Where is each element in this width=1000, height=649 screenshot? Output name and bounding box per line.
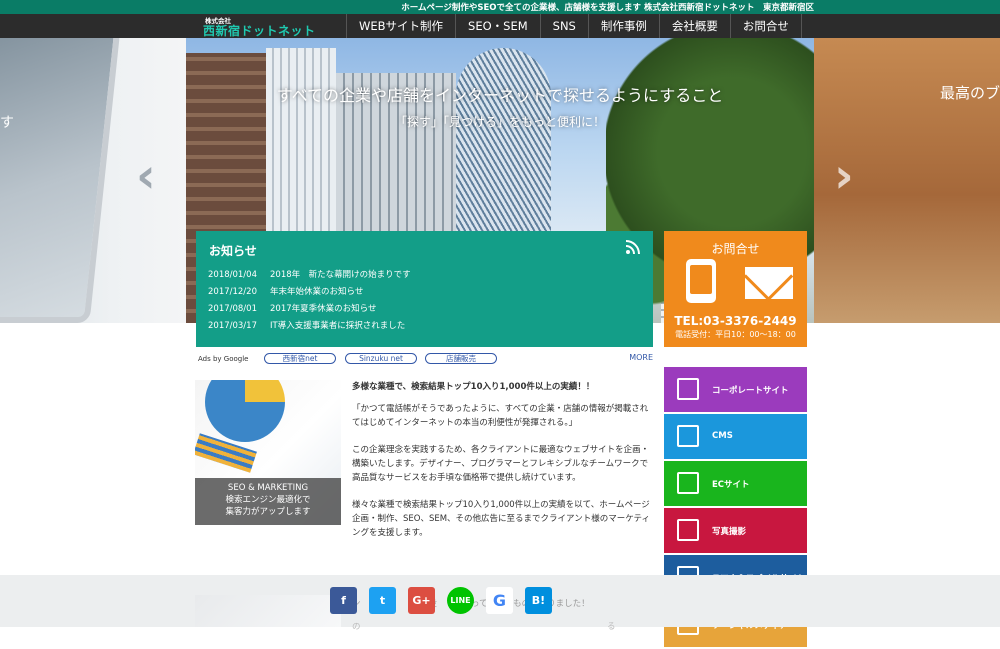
- prev-slide-preview: す: [0, 38, 186, 323]
- nav-item-sns[interactable]: SNS: [539, 14, 588, 38]
- section-text: の る: [352, 622, 616, 632]
- news-date: 2017/08/01: [208, 304, 257, 314]
- facebook-icon[interactable]: f: [330, 587, 357, 614]
- service-corporate-site[interactable]: コーポレートサイト: [664, 367, 807, 412]
- monitor-icon: [677, 378, 699, 400]
- mail-icon: [745, 267, 793, 299]
- service-cms[interactable]: CMS: [664, 414, 807, 459]
- contact-hours: 電話受付：平日10：00～18：00: [675, 330, 796, 339]
- feature-caption-line: 検索エンジン最適化で: [225, 495, 311, 505]
- article-paragraph: この企業理念を実践するため、各クライアントに最適なウェブサイトを企画・構築いたし…: [352, 445, 650, 483]
- news-date: 2018/01/04: [208, 270, 257, 280]
- service-ec-site[interactable]: ECサイト: [664, 461, 807, 506]
- nav-item-seo[interactable]: SEO・SEM: [455, 14, 540, 38]
- logo-name: 西新宿ドットネット: [203, 24, 316, 38]
- article-paragraph: 様々な業種で検索結果トップ10入り1,000件以上の実績を以て、ホームページ企画…: [352, 500, 651, 538]
- service-label: 写真撮影: [712, 527, 747, 537]
- ad-link-chip[interactable]: 西新宿net: [264, 353, 336, 364]
- line-icon[interactable]: LINE: [447, 587, 474, 614]
- site-logo[interactable]: 株式会社 西新宿ドットネット: [203, 14, 333, 38]
- ads-by-google-label: Ads by Google: [198, 355, 249, 363]
- intro-article: 多様な業種で、検索結果トップ10入り1,000件以上の実績！！ 「かつて電話帳が…: [352, 380, 652, 553]
- nav-menu: WEBサイト制作 SEO・SEM SNS 制作事例 会社概要 お問合せ: [346, 14, 802, 38]
- article-paragraph: 「かつて電話帳がそうであったように、すべての企業・店舗の情報が掲載されてはじめて…: [352, 404, 649, 428]
- slider-prev-arrow-icon[interactable]: ‹: [136, 148, 156, 204]
- news-more-link[interactable]: MORE: [629, 353, 653, 362]
- news-panel: お知らせ 2018/01/04 2018年 新たな幕開けの始まりです 2017/…: [196, 231, 653, 347]
- slider-next-arrow-icon[interactable]: ›: [834, 148, 854, 204]
- hero-subheadline: 「探す」「見つける」をもっと便利に！: [394, 115, 605, 129]
- nav-item-works[interactable]: 制作事例: [587, 14, 659, 38]
- seo-marketing-feature[interactable]: SEO & MARKETING 検索エンジン最適化で 集客力がアップします: [195, 380, 341, 525]
- main-navigation: 株式会社 西新宿ドットネット WEBサイト制作 SEO・SEM SNS 制作事例…: [0, 14, 1000, 38]
- next-slide-text: 最高のブ: [940, 84, 1000, 102]
- google-plus-icon[interactable]: G+: [408, 587, 435, 614]
- cart-icon: [677, 472, 699, 494]
- feature-caption-line: 集客力がアップします: [225, 507, 311, 517]
- service-label: コーポレートサイト: [712, 386, 789, 396]
- social-share-bar: f t G+ LINE G B!: [330, 587, 564, 614]
- news-date: 2017/12/20: [208, 287, 257, 297]
- hatena-bookmark-icon[interactable]: B!: [525, 587, 552, 614]
- contact-title: お問合せ: [711, 242, 760, 256]
- contact-phone-number[interactable]: TEL:03-3376-2449: [664, 314, 807, 328]
- ad-link-chip[interactable]: 店舗販売: [425, 353, 497, 364]
- service-label: CMS: [712, 431, 733, 441]
- news-list: 2018/01/04 2018年 新たな幕開けの始まりです 2017/12/20…: [208, 267, 411, 335]
- prev-slide-text: す: [0, 115, 14, 131]
- nav-item-web[interactable]: WEBサイト制作: [346, 14, 455, 38]
- news-text[interactable]: IT導入支援事業者に採択されました: [270, 318, 405, 335]
- google-icon[interactable]: G: [486, 587, 513, 614]
- site-tagline: ホームページ制作やSEOで全ての企業様、店舗様を支援します 株式会社西新宿ドット…: [401, 3, 814, 13]
- document-icon: [677, 425, 699, 447]
- news-title: お知らせ: [209, 244, 257, 258]
- news-item[interactable]: 2017/03/17 IT導入支援事業者に採択されました: [208, 318, 411, 335]
- nav-item-contact[interactable]: お問合せ: [729, 14, 802, 38]
- twitter-icon[interactable]: t: [369, 587, 396, 614]
- hero-headline: すべての企業や店舗をインターネットで探せるようにすること: [276, 86, 724, 105]
- news-item[interactable]: 2017/12/20 年末年始休業のお知らせ: [208, 284, 411, 301]
- news-text[interactable]: 2017年夏季休業のお知らせ: [270, 301, 376, 318]
- news-item[interactable]: 2018/01/04 2018年 新たな幕開けの始まりです: [208, 267, 411, 284]
- feature-caption-title: SEO & MARKETING: [227, 483, 309, 493]
- rss-icon[interactable]: [625, 239, 641, 255]
- contact-panel[interactable]: お問合せ TEL:03-3376-2449 電話受付：平日10：00～18：00: [664, 231, 807, 347]
- ad-link-chip[interactable]: Sinzuku net: [345, 353, 417, 364]
- section-thumbnail: [195, 595, 341, 627]
- news-text[interactable]: 年末年始休業のお知らせ: [270, 284, 363, 301]
- news-date: 2017/03/17: [208, 321, 257, 331]
- nav-item-company[interactable]: 会社概要: [658, 14, 730, 38]
- feature-caption: SEO & MARKETING 検索エンジン最適化で 集客力がアップします: [195, 478, 341, 525]
- top-bar: ホームページ制作やSEOで全ての企業様、店舗様を支援します 株式会社西新宿ドット…: [0, 0, 1000, 14]
- pie-chart-image: [205, 380, 285, 442]
- service-photography[interactable]: 写真撮影: [664, 508, 807, 553]
- smartphone-icon: [686, 259, 716, 303]
- article-heading: 多様な業種で、検索結果トップ10入り1,000件以上の実績！！: [352, 382, 595, 392]
- service-label: ECサイト: [712, 480, 750, 490]
- laptop-image: [0, 38, 121, 323]
- news-text[interactable]: 2018年 新たな幕開けの始まりです: [270, 267, 411, 284]
- camera-icon: [677, 519, 699, 541]
- news-item[interactable]: 2017/08/01 2017年夏季休業のお知らせ: [208, 301, 411, 318]
- ads-bar: Ads by Google 西新宿net Sinzuku net 店舗販売 MO…: [196, 353, 653, 367]
